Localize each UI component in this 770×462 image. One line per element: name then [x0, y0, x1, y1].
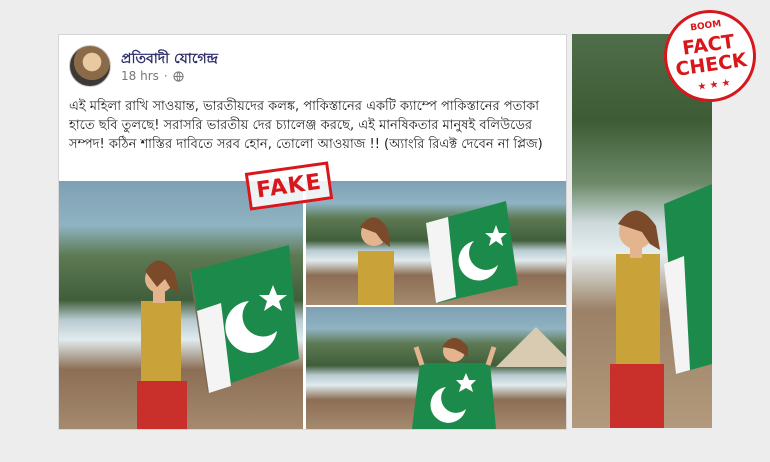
facebook-post-card: প্রতিবাদী যোগেন্দ্র 18 hrs · এই মহিলা রা…	[58, 34, 567, 430]
meta-separator: ·	[163, 69, 168, 83]
post-time[interactable]: 18 hrs	[121, 69, 159, 83]
post-meta: 18 hrs ·	[121, 69, 184, 83]
flag-large	[189, 245, 299, 393]
globe-icon	[173, 70, 184, 82]
photo-top-right-content	[358, 201, 518, 305]
post-text: এই মহিলা রাখি সাওয়ান্ত, ভারতীয়দের কলঙ্…	[69, 99, 543, 152]
author-name[interactable]: প্রতিবাদী যোগেন্দ্র	[121, 47, 218, 71]
author-avatar[interactable]	[69, 45, 111, 87]
post-photo-bottom-right[interactable]	[306, 307, 566, 429]
photo-bottom-right-content	[412, 327, 566, 429]
fact-check-label: FACT CHECK	[670, 30, 749, 81]
fact-check-badge: BOOM FACT CHECK ★ ★ ★	[658, 4, 762, 108]
post-photo-top-right[interactable]	[306, 181, 566, 305]
post-photo-large[interactable]	[59, 181, 303, 429]
